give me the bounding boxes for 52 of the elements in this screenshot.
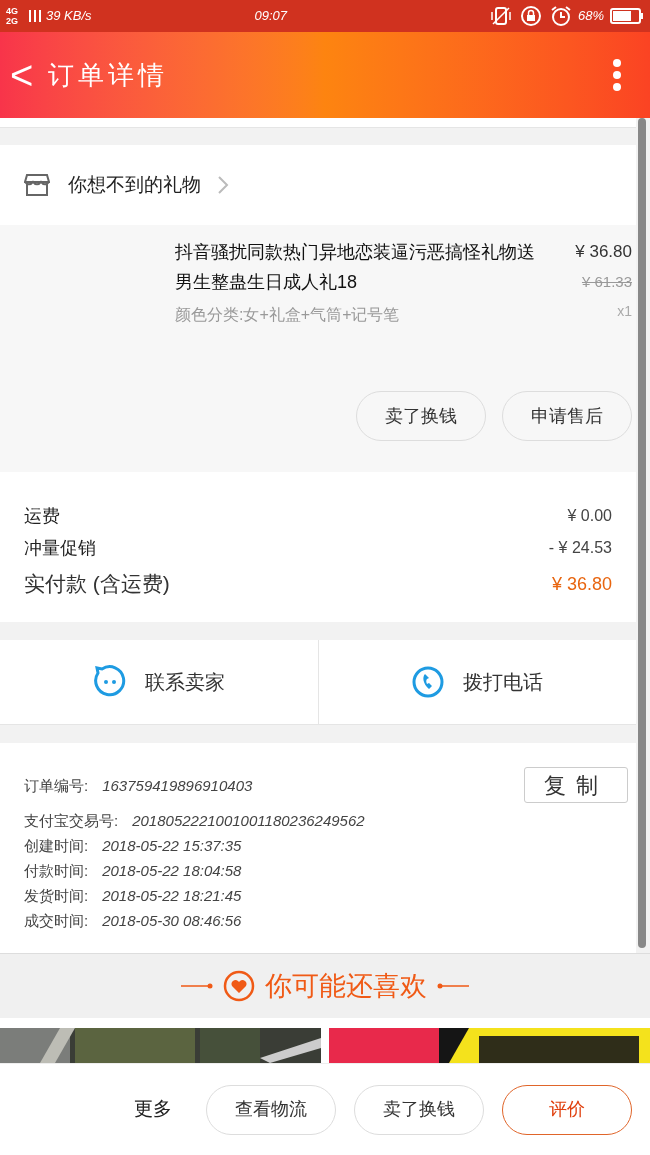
info-label: 发货时间: [24,886,89,907]
product-price: ¥ 36.80 [575,241,632,263]
page-title: 订单详情 [48,58,168,92]
copy-button[interactable]: 复制 [524,767,628,803]
product-action-button[interactable]: 申请售后 [502,391,632,441]
original-price: ¥ 61.33 [581,272,632,292]
cost-label: 实付款 (含运费) [24,571,170,598]
info-value: 2018-05-30 08:46:56 [102,911,242,932]
divider-line-icon [437,983,469,989]
back-button[interactable]: < [10,53,40,97]
more-options-icon[interactable] [612,58,622,92]
more-button[interactable]: 更多 [134,1095,172,1124]
item-quantity: x1 [617,302,632,321]
contact-button[interactable]: 拨打电话 [317,640,636,724]
bottom-action-button[interactable]: 评价 [502,1084,632,1135]
vibrate-icon [489,6,512,26]
info-label: 订单编号: [24,775,89,796]
cost-label: 运费 [24,504,60,528]
product-title[interactable]: 抖音骚扰同款热门异地恋装逼污恶搞怪礼物送男生整蛊生日成人礼18 [175,237,550,297]
store-icon [24,173,50,197]
divider-line-icon [181,983,213,989]
info-value: 2018-05-22 15:37:35 [102,836,242,857]
rotation-lock-icon [519,5,542,27]
cost-value: ¥ 0.00 [567,506,612,526]
chevron-right-icon[interactable] [217,175,229,195]
product-action-button[interactable]: 卖了换钱 [356,391,486,441]
section-title: 你可能还喜欢 [265,969,427,1003]
info-value: 2018-05-22 18:04:58 [102,861,242,882]
cost-value: ¥ 36.80 [551,572,612,596]
bottom-action-button[interactable]: 查看物流 [206,1084,336,1135]
battery-percentage: 68% [577,7,604,26]
info-label: 支付宝交易号: [24,811,119,832]
cost-label: 冲量促销 [24,536,96,560]
info-value: 163759419896910403 [102,775,253,796]
network-indicator: 4G 2G [6,6,19,26]
chat-bubble-icon [92,665,127,699]
info-label: 成交时间: [24,911,89,932]
phone-icon [411,665,446,699]
shop-name[interactable]: 你想不到的礼物 [68,170,201,200]
info-label: 付款时间: [24,861,89,882]
info-value: 2018-05-22 18:21:45 [102,886,242,907]
clock-time: 09:07 [253,7,289,26]
info-value: 2018052221001001180236249562 [132,811,365,832]
signal-icon [28,8,42,24]
info-label: 创建时间: [24,836,89,857]
network-speed: 39 KB/s [46,7,92,26]
bottom-action-button[interactable]: 卖了换钱 [354,1084,484,1135]
battery-icon [610,8,644,24]
contact-button[interactable]: 联系卖家 [0,640,318,724]
cost-value: - ¥ 24.53 [548,538,612,558]
alarm-icon [549,5,572,27]
product-variant: 颜色分类:女+礼盒+气筒+记号笔 [175,305,401,325]
